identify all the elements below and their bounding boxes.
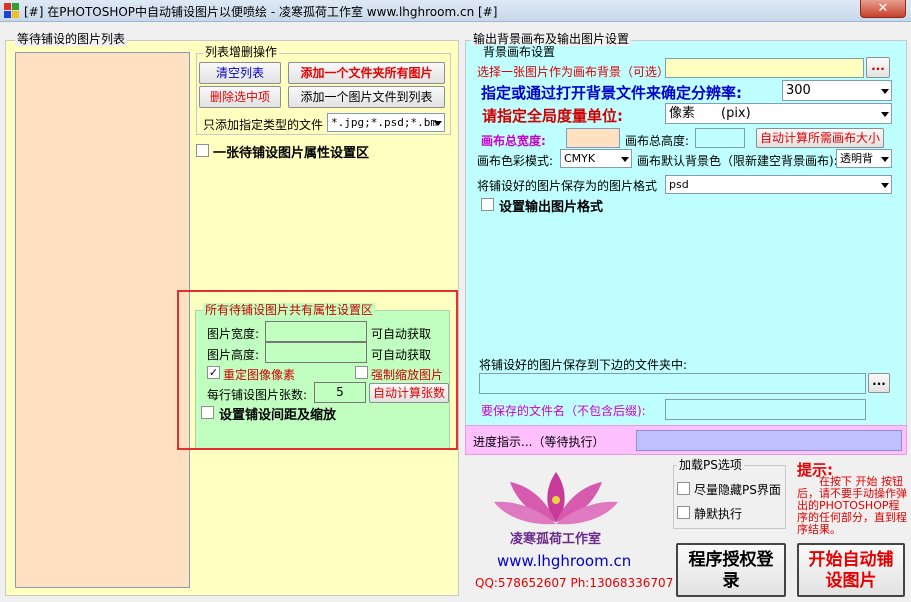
- browse-bg-button[interactable]: ...: [866, 57, 890, 78]
- silent-checkbox[interactable]: [677, 506, 690, 519]
- resolution-value: 300: [786, 83, 811, 98]
- hide-ps-checkbox[interactable]: [677, 482, 690, 495]
- chevron-down-icon: [881, 156, 889, 162]
- chevron-down-icon: [881, 88, 889, 94]
- highlight-box: [177, 290, 458, 450]
- website-text: www.lhghroom.cn: [497, 552, 632, 570]
- filename-input[interactable]: [665, 399, 866, 420]
- default-bg-value: 透明背: [840, 152, 873, 165]
- total-height-input[interactable]: [695, 128, 745, 148]
- total-width-label: 画布总宽度:: [481, 134, 546, 148]
- contact-text: QQ:578652607 Ph:13068336707: [475, 576, 674, 590]
- start-button[interactable]: 开始自动铺设图片: [797, 543, 905, 597]
- resolution-label: 指定或通过打开背景文件来确定分辨率:: [481, 84, 743, 102]
- close-icon: ✕: [877, 1, 889, 16]
- clear-list-button[interactable]: 清空列表: [199, 62, 281, 84]
- add-folder-button[interactable]: 添加一个文件夹所有图片: [288, 62, 445, 84]
- unit-combo[interactable]: 像素 (pix): [665, 103, 892, 124]
- save-format-label: 将铺设好的图片保存为的图片格式: [477, 179, 658, 193]
- add-file-button[interactable]: 添加一个图片文件到列表: [288, 86, 445, 108]
- file-filter-value: *.jpg;*.psd;*.bm: [331, 116, 437, 129]
- tip-text: 在按下 开始 按钮后，请不要手动操作弹出的PHOTOSHOP程序的任何部分，直到…: [797, 475, 907, 536]
- ellipsis-icon: ...: [872, 374, 886, 388]
- output-format-checkbox[interactable]: [481, 198, 494, 211]
- save-format-value: psd: [669, 178, 689, 191]
- file-filter-label: 只添加指定类型的文件: [203, 118, 324, 132]
- title-bar[interactable]: [#] 在PHOTOSHOP中自动铺设图片以便喷绘 - 凌寒孤荷工作室 www.…: [0, 0, 911, 22]
- color-mode-combo[interactable]: CMYK: [560, 149, 632, 168]
- list-ops-title: 列表增删操作: [203, 45, 280, 59]
- ellipsis-icon: ...: [871, 59, 885, 73]
- output-format-label: 设置输出图片格式: [499, 200, 604, 215]
- brand-name: 凌寒孤荷工作室: [510, 532, 602, 547]
- license-login-label: 程序授权登录: [688, 550, 774, 591]
- chevron-down-icon: [881, 111, 889, 117]
- delete-selected-button[interactable]: 删除选中项: [199, 86, 281, 108]
- chevron-down-icon: [881, 182, 889, 188]
- chevron-down-icon: [621, 156, 629, 162]
- single-props-checkbox[interactable]: [196, 144, 209, 157]
- filename-label: 要保存的文件名（不包含后缀):: [481, 404, 646, 418]
- unit-label: 请指定全局度量单位:: [482, 107, 623, 125]
- license-login-button[interactable]: 程序授权登录: [676, 543, 786, 597]
- default-bg-label: 画布默认背景色（限新建空背景画布):: [637, 154, 838, 168]
- total-height-label: 画布总高度:: [625, 134, 690, 148]
- save-folder-label: 将铺设好的图片保存到下边的文件夹中:: [479, 358, 688, 372]
- hide-ps-label: 尽量隐藏PS界面: [694, 483, 781, 497]
- save-folder-input[interactable]: [479, 373, 866, 394]
- select-bg-label: 选择一张图片作为画布背景（可选）: [477, 65, 670, 79]
- app-icon: [4, 3, 19, 18]
- progress-label: 进度指示...（等待执行）: [473, 435, 605, 449]
- color-mode-value: CMYK: [564, 152, 596, 165]
- output-settings-title: 输出背景画布及输出图片设置: [471, 32, 632, 46]
- silent-label: 静默执行: [694, 507, 743, 521]
- start-label: 开始自动铺设图片: [808, 550, 894, 591]
- default-bg-combo[interactable]: 透明背: [836, 149, 892, 168]
- progress-bar: [636, 430, 902, 451]
- image-listbox[interactable]: [15, 52, 190, 588]
- close-button[interactable]: ✕: [860, 0, 906, 18]
- image-list-panel-title: 等待铺设的图片列表: [15, 32, 128, 46]
- window-title: [#] 在PHOTOSHOP中自动铺设图片以便喷绘 - 凌寒孤荷工作室 www.…: [24, 5, 498, 19]
- unit-value: 像素 (pix): [669, 106, 751, 121]
- resolution-combo[interactable]: 300: [782, 80, 892, 101]
- ps-options-title: 加载PS选项: [677, 458, 744, 472]
- chevron-down-icon: [434, 120, 442, 126]
- file-filter-combo[interactable]: *.jpg;*.psd;*.bm: [327, 113, 445, 132]
- save-format-combo[interactable]: psd: [665, 175, 892, 194]
- auto-canvas-size-button[interactable]: 自动计算所需画布大小: [756, 128, 884, 148]
- canvas-group-title: 背景画布设置: [481, 45, 558, 59]
- browse-folder-button[interactable]: ...: [868, 373, 890, 393]
- total-width-input[interactable]: [566, 128, 620, 148]
- bg-image-input[interactable]: [665, 58, 864, 78]
- color-mode-label: 画布色彩模式:: [477, 154, 554, 168]
- single-props-label: 一张待铺设图片属性设置区: [213, 146, 370, 161]
